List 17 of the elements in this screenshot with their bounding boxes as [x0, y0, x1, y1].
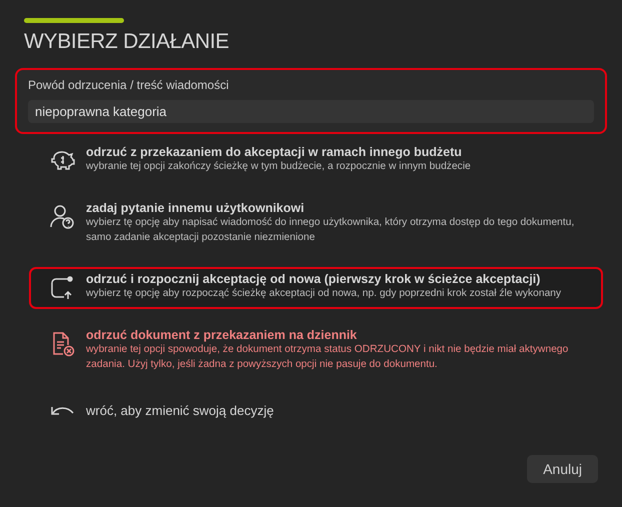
- option-title: odrzuć dokument z przekazaniem na dziennik: [86, 328, 358, 342]
- option-description: wybierz tę opcję aby napisać wiadomość do innego użytkownika, który otrzyma dostęp do tego dokumentu, samo zadanie akceptacji pozostanie niezmienione: [86, 216, 576, 245]
- reason-input[interactable]: niepoprawna kategoria: [28, 100, 594, 123]
- action-option[interactable]: zadaj pytanie innemu użytkownikowi wybierz tę opcję aby napisać wiadomość do innego użytkownika, który otrzyma dostęp do tego dokumentu, samo zadanie akceptacji pozostanie niezmienione: [29, 196, 603, 253]
- cancel-button[interactable]: Anuluj: [527, 455, 598, 483]
- action-option[interactable]: odrzuć z przekazaniem do akceptacji w ramach innego budżetu wybranie tej opcji zakończy ścieżkę w tym budżecie, a rozpocznie w innym budżecie: [29, 140, 603, 182]
- option-description: wybranie tej opcji zakończy ścieżkę w tym budżecie, a rozpocznie w innym budżecie: [86, 160, 471, 174]
- option-description: wybierz tę opcję aby rozpocząć ścieżkę akceptacji od nowa, np. gdy poprzedni krok został źle wykonany: [86, 287, 562, 301]
- option-title: zadaj pytanie innemu użytkownikowi: [86, 201, 306, 215]
- action-option[interactable]: odrzuć i rozpocznij akceptację od nowa (pierwszy krok w ścieżce akceptacji) wybierz tę opcję aby rozpocząć ścieżkę akceptacji od nowa, np. gdy poprzedni krok został źle wykonany: [29, 267, 603, 309]
- action-option[interactable]: wróć, aby zmienić swoją decyzję: [29, 394, 603, 430]
- option-title: wróć, aby zmienić swoją decyzję: [86, 403, 274, 418]
- dialog-title: WYBIERZ DZIAŁANIE: [24, 30, 230, 54]
- field-label: Powód odrzucenia / treść wiadomości: [28, 78, 230, 92]
- option-title: odrzuć z przekazaniem do akceptacji w ramach innego budżetu: [86, 145, 463, 159]
- option-title: odrzuć i rozpocznij akceptację od nowa (pierwszy krok w ścieżce akceptacji): [86, 272, 542, 286]
- option-description: wybranie tej opcji spowoduje, że dokument otrzyma status ODRZUCONY i nikt nie będzie miał aktywnego zadania. Użyj tylko, jeśli żadna z powyższych opcji nie pasuje do dokumentu.: [86, 343, 570, 372]
